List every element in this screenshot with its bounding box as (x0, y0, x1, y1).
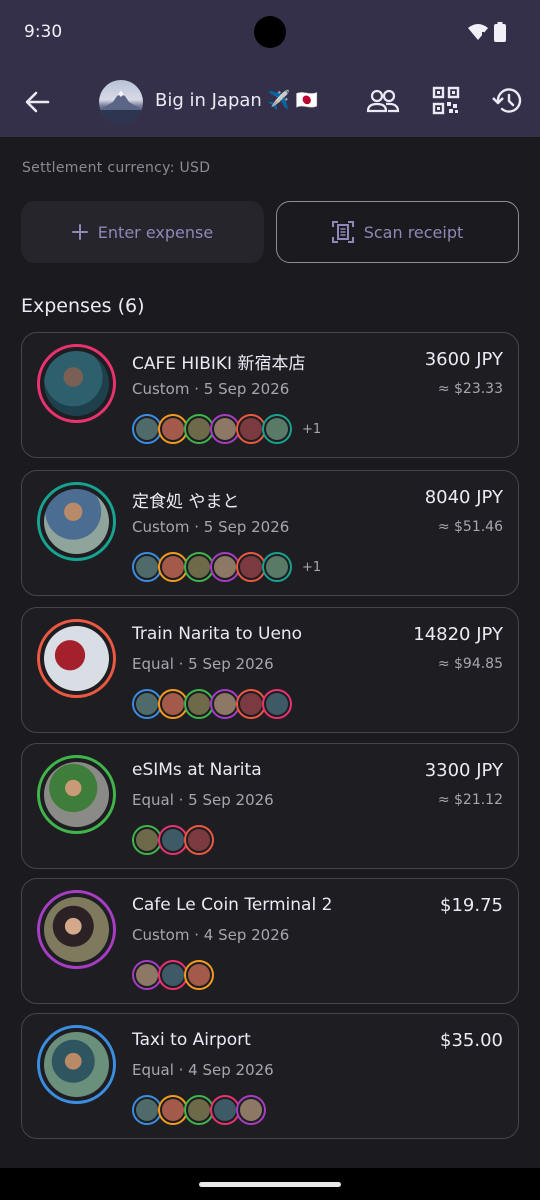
settlement-currency-label: Settlement currency: USD (22, 160, 211, 176)
participant-avatars (132, 688, 292, 720)
expense-meta: Equal · 4 Sep 2026 (132, 1061, 274, 1079)
expense-title: Train Narita to Ueno (132, 624, 303, 644)
expense-card[interactable]: Train Narita to Ueno Equal · 5 Sep 2026 … (21, 607, 519, 733)
payer-avatar (37, 1025, 116, 1104)
expense-meta: Equal · 5 Sep 2026 (132, 655, 274, 673)
expense-converted-amount: ≈ $21.12 (437, 792, 503, 808)
back-arrow-icon[interactable] (22, 87, 52, 117)
participant-avatars (132, 1094, 266, 1126)
scan-receipt-icon (331, 221, 354, 243)
participant-avatar (236, 1095, 266, 1125)
wifi-icon (468, 24, 488, 40)
enter-expense-label: Enter expense (97, 222, 214, 242)
scan-receipt-button[interactable]: Scan receipt (276, 201, 519, 263)
battery-icon (494, 22, 506, 42)
expense-title: Cafe Le Coin Terminal 2 (132, 895, 333, 915)
enter-expense-button[interactable]: Enter expense (21, 201, 264, 263)
expense-amount: $19.75 (440, 895, 503, 916)
participant-avatar (184, 960, 214, 990)
expense-title: eSIMs at Narita (132, 760, 262, 780)
expense-amount: 14820 JPY (413, 624, 503, 645)
plus-icon (71, 224, 88, 240)
payer-avatar (37, 890, 116, 969)
scan-receipt-label: Scan receipt (363, 222, 464, 242)
participant-avatars: +1 (132, 413, 321, 445)
home-handle[interactable] (199, 1182, 341, 1187)
participant-avatars: +1 (132, 551, 321, 583)
expense-converted-amount: ≈ $94.85 (437, 656, 503, 672)
expense-amount: 3300 JPY (424, 760, 503, 781)
expense-amount: 3600 JPY (424, 349, 503, 370)
participant-avatar (262, 552, 292, 582)
participant-avatar (262, 689, 292, 719)
expense-card[interactable]: 定食処 やまと Custom · 5 Sep 2026 8040 JPY ≈ $… (21, 470, 519, 596)
gesture-nav-bar (0, 1168, 540, 1200)
participant-avatar (262, 414, 292, 444)
qr-code-icon[interactable] (429, 86, 463, 116)
expense-meta: Equal · 5 Sep 2026 (132, 791, 274, 809)
payer-avatar (37, 344, 116, 423)
group-avatar[interactable] (99, 80, 143, 124)
system-icons (468, 22, 506, 42)
expense-converted-amount: ≈ $23.33 (437, 381, 503, 397)
expense-card[interactable]: eSIMs at Narita Equal · 5 Sep 2026 3300 … (21, 743, 519, 869)
app-bar: Big in Japan ✈️ 🇯🇵 (0, 66, 540, 137)
expense-meta: Custom · 4 Sep 2026 (132, 926, 290, 944)
participant-avatars (132, 824, 214, 856)
payer-avatar (37, 619, 116, 698)
expense-meta: Custom · 5 Sep 2026 (132, 518, 290, 536)
participant-avatars (132, 959, 214, 991)
history-icon[interactable] (492, 86, 526, 116)
group-title: Big in Japan ✈️ 🇯🇵 (155, 90, 319, 111)
status-time: 9:30 (24, 22, 63, 42)
expense-title: 定食処 やまと (132, 492, 240, 512)
status-bar: 9:30 (0, 0, 540, 66)
expenses-header: Expenses (6) (21, 295, 145, 317)
camera-cutout (254, 16, 286, 48)
expense-card[interactable]: CAFE HIBIKI 新宿本店 Custom · 5 Sep 2026 360… (21, 332, 519, 458)
expense-title: CAFE HIBIKI 新宿本店 (132, 354, 306, 374)
more-participants-count: +1 (302, 421, 322, 437)
payer-avatar (37, 755, 116, 834)
expense-converted-amount: ≈ $51.46 (437, 519, 503, 535)
expense-amount: $35.00 (440, 1030, 503, 1051)
expense-card[interactable]: Taxi to Airport Equal · 4 Sep 2026 $35.0… (21, 1013, 519, 1139)
expense-meta: Custom · 5 Sep 2026 (132, 380, 290, 398)
members-icon[interactable] (366, 86, 400, 116)
expense-title: Taxi to Airport (132, 1030, 251, 1050)
more-participants-count: +1 (302, 559, 322, 575)
mount-fuji-icon (99, 90, 143, 124)
expense-card[interactable]: Cafe Le Coin Terminal 2 Custom · 4 Sep 2… (21, 878, 519, 1004)
top-bar: 9:30 Big in Japan ✈️ 🇯🇵 (0, 0, 540, 137)
expense-amount: 8040 JPY (424, 487, 503, 508)
participant-avatar (184, 825, 214, 855)
payer-avatar (37, 482, 116, 561)
